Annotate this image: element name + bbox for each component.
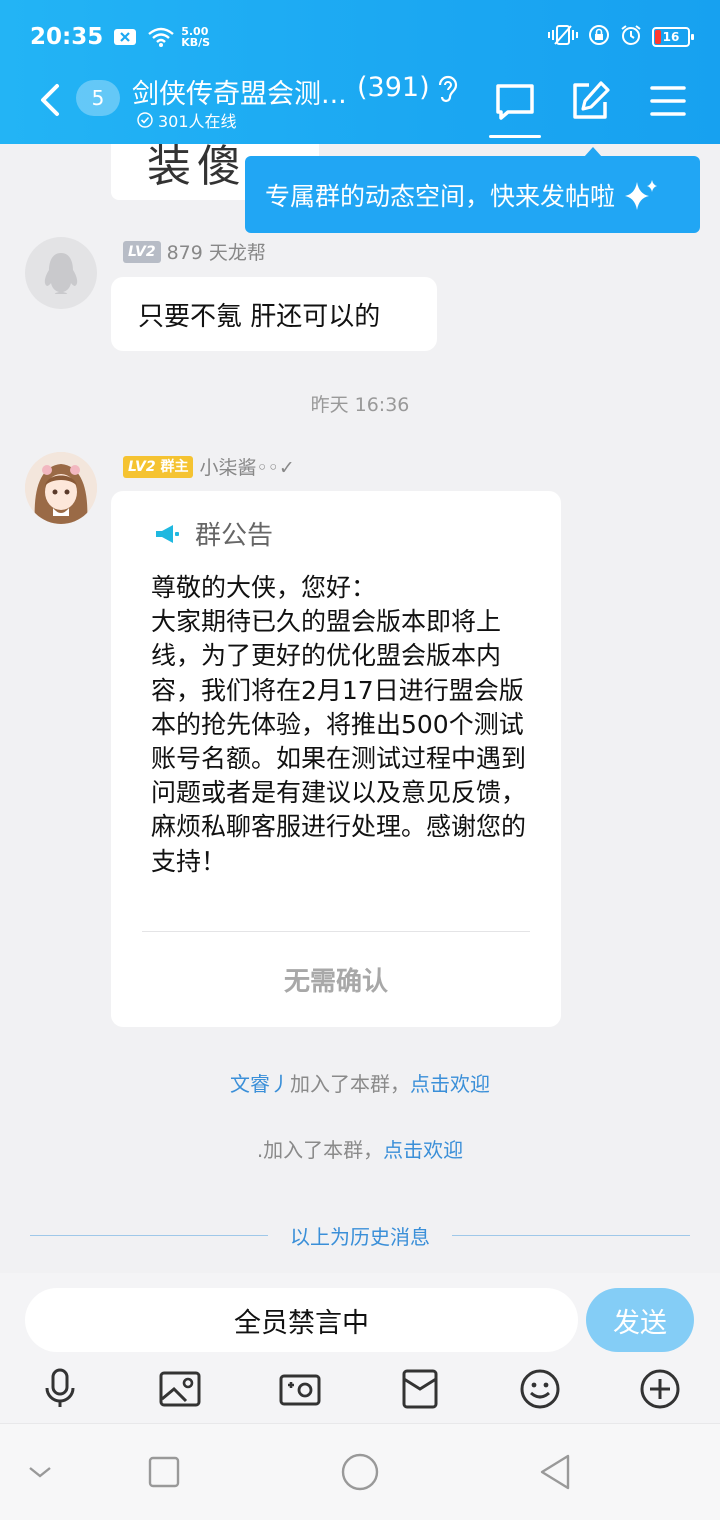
camera-icon[interactable] xyxy=(278,1367,322,1411)
level-text: LV2 xyxy=(128,458,156,475)
system-message: 文睿丿加入了本群，点击欢迎 xyxy=(0,1068,720,1097)
battery-icon: 16 xyxy=(652,27,694,47)
feed-tooltip[interactable]: 专属群的动态空间，快来发帖啦 xyxy=(245,147,700,233)
notification-icon xyxy=(113,27,137,47)
message-timestamp: 昨天 16:36 xyxy=(310,394,410,416)
status-bar: 20:35 5.00 KB/S 16 xyxy=(30,20,694,54)
edit-post-icon[interactable] xyxy=(567,78,613,124)
welcome-link[interactable]: 点击欢迎 xyxy=(410,1072,490,1096)
menu-icon[interactable] xyxy=(645,78,691,124)
message-input[interactable]: 全员禁言中 xyxy=(25,1288,578,1352)
image-icon[interactable] xyxy=(158,1367,202,1411)
online-count: 301人在线 xyxy=(158,112,237,131)
net-speed-unit: KB/S xyxy=(181,36,211,49)
owner-role: 群主 xyxy=(160,458,189,475)
sparkle-icon xyxy=(625,179,658,210)
back-icon[interactable] xyxy=(536,1452,576,1492)
sender-name[interactable]: 小柒酱◦◦✓ xyxy=(199,453,294,480)
default-penguin-avatar-icon xyxy=(44,253,78,294)
avatar[interactable] xyxy=(25,237,97,309)
back-arrow-icon[interactable] xyxy=(36,82,66,118)
plus-icon[interactable] xyxy=(638,1367,682,1411)
member-count: (391) xyxy=(357,72,430,103)
home-icon[interactable] xyxy=(340,1452,380,1492)
no-confirm-label: 无需确认 xyxy=(283,967,388,997)
recents-icon[interactable] xyxy=(144,1452,184,1492)
sender-name[interactable]: 879 天龙帮 xyxy=(167,238,266,265)
emoji-icon[interactable] xyxy=(518,1367,562,1411)
lock-rotation-icon xyxy=(588,24,610,50)
message-text: 只要不氪 肝还可以的 xyxy=(138,301,381,332)
level-badge: LV2 xyxy=(123,240,161,263)
group-name[interactable]: 剑侠传奇盟会测... xyxy=(132,72,347,111)
send-button[interactable]: 发送 xyxy=(586,1288,694,1352)
chat-bubble-icon[interactable] xyxy=(492,78,538,124)
alarm-icon xyxy=(620,24,642,50)
tooltip-text: 专属群的动态空间，快来发帖啦 xyxy=(265,181,616,211)
system-action: 加入了本群， xyxy=(290,1072,410,1096)
online-check-icon xyxy=(137,112,153,128)
welcome-link[interactable]: 点击欢迎 xyxy=(383,1138,463,1162)
chat-navbar: 5 剑侠传奇盟会测... (391) 301人在线 xyxy=(0,70,720,138)
announcement-body: 尊敬的大侠，您好： 大家期待已久的盟会版本即将上线，为了更好的优化盟会版本内容，… xyxy=(151,573,527,876)
hide-keyboard-icon[interactable] xyxy=(20,1452,60,1492)
active-tab-indicator xyxy=(489,135,541,138)
vibrate-icon xyxy=(548,24,578,50)
image-message-text: 装傻 xyxy=(147,144,247,192)
battery-level: 16 xyxy=(662,30,680,44)
system-action: 加入了本群， xyxy=(263,1138,384,1162)
app-header: 20:35 5.00 KB/S 16 5 剑侠传奇盟会测... (391) 30… xyxy=(0,0,720,144)
announcement-title: 群公告 xyxy=(195,521,274,551)
history-label: 以上为历史消息 xyxy=(290,1224,430,1249)
announcement-divider xyxy=(142,931,530,932)
anime-girl-avatar-icon xyxy=(25,452,97,524)
input-bar: 全员禁言中 发送 xyxy=(0,1273,720,1423)
megaphone-icon xyxy=(156,524,179,543)
announcement-header: 群公告 xyxy=(153,515,273,552)
sender-info: LV2 879 天龙帮 xyxy=(123,238,266,265)
joined-user-name[interactable]: 文睿丿 xyxy=(230,1072,290,1096)
red-packet-icon[interactable] xyxy=(398,1367,442,1411)
unread-count-badge[interactable]: 5 xyxy=(76,80,120,116)
system-message: .加入了本群，点击欢迎 xyxy=(0,1134,720,1163)
wifi-icon xyxy=(147,26,175,48)
group-announcement-card[interactable]: 群公告 尊敬的大侠，您好： 大家期待已久的盟会版本即将上线，为了更好的优化盟会版… xyxy=(111,491,561,1027)
net-speed: 5.00 KB/S xyxy=(181,26,210,48)
system-navigation-bar xyxy=(0,1423,720,1520)
sender-info: LV2 群主 小柒酱◦◦✓ xyxy=(123,453,295,480)
avatar[interactable] xyxy=(25,452,97,524)
online-status: 301人在线 xyxy=(137,108,237,132)
message-bubble[interactable]: 只要不氪 肝还可以的 xyxy=(111,277,437,351)
history-divider: 以上为历史消息 xyxy=(30,1220,690,1250)
status-time: 20:35 xyxy=(30,24,104,50)
level-badge: LV2 群主 xyxy=(123,455,194,478)
ear-icon xyxy=(438,75,458,103)
microphone-icon[interactable] xyxy=(38,1367,82,1411)
